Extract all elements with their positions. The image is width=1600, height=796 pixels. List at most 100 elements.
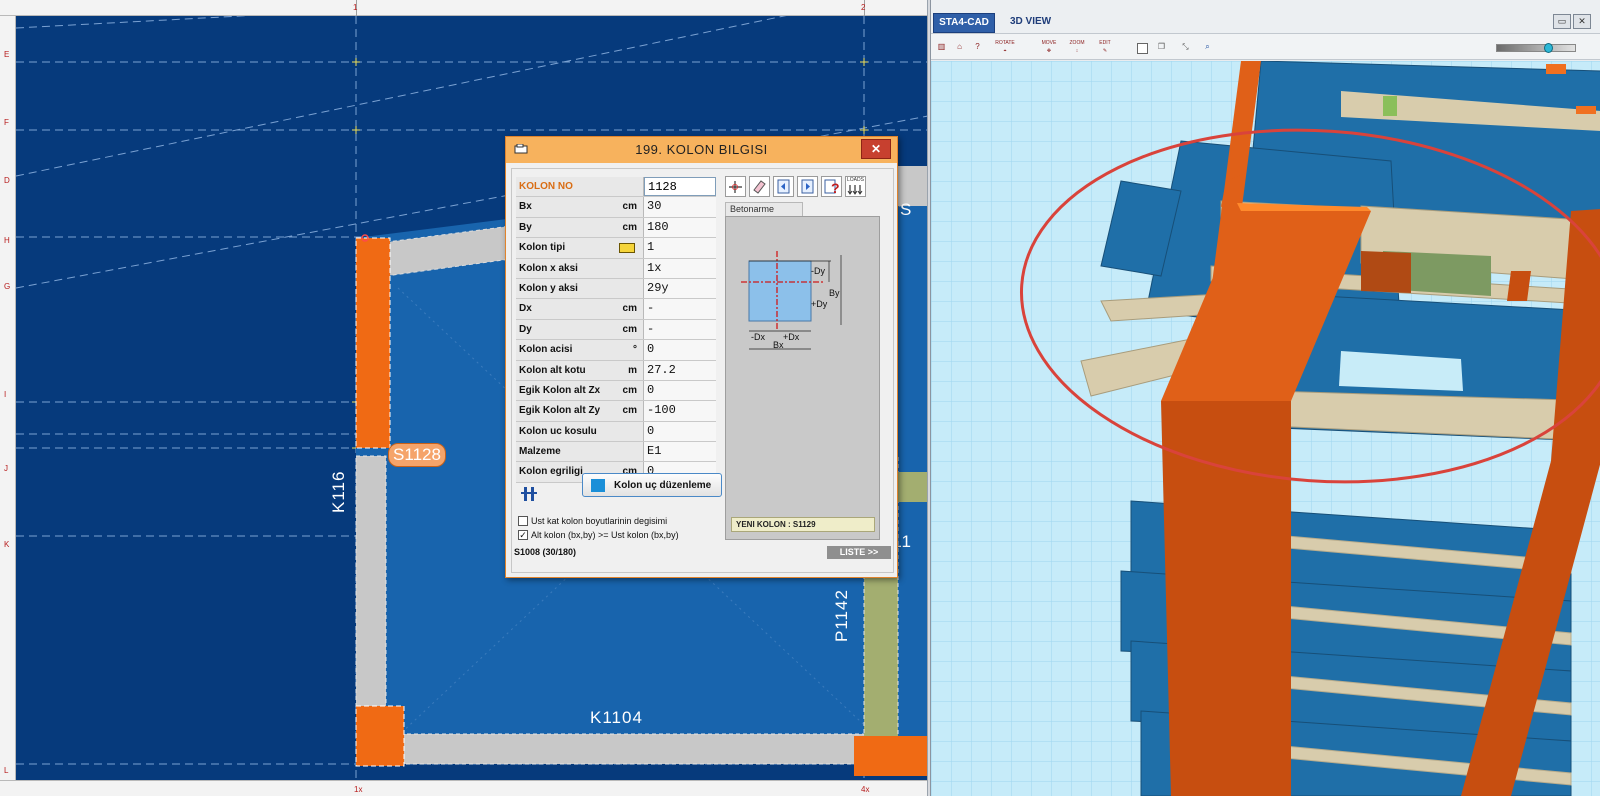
bx-field[interactable]: 30: [644, 197, 716, 217]
next-icon[interactable]: [797, 176, 818, 197]
alt-kotu-field[interactable]: 27.2: [644, 360, 716, 380]
kolon-tipi-field[interactable]: 1: [644, 238, 716, 258]
loads-icon[interactable]: LOADS: [845, 176, 866, 197]
measure-icon[interactable]: ⤡: [1177, 39, 1194, 56]
ruler-left-mark: G: [4, 282, 11, 291]
field-label-text: Kolon x aksi: [519, 262, 578, 274]
column-end-edit-button[interactable]: Kolon uç düzenleme: [582, 473, 722, 497]
help-icon[interactable]: ?: [969, 39, 986, 56]
field-label: Malzeme: [516, 442, 644, 462]
scene-3d[interactable]: [931, 61, 1600, 796]
field-label-text: Egik Kolon alt Zy: [519, 405, 601, 417]
field-row-uc-kosulu: Kolon uc kosulu 0: [516, 421, 716, 443]
checkbox-box[interactable]: ✓: [518, 530, 528, 540]
ruler-bottom: 1x 4x: [0, 780, 927, 796]
field-label-text: Dx: [519, 303, 532, 315]
layers-icon[interactable]: ❐: [1153, 39, 1170, 56]
field-label: Kolon acisi °: [516, 340, 644, 360]
svg-text:?: ?: [831, 180, 840, 196]
field-row-alt-kotu: Kolon alt kotu m 27.2: [516, 360, 716, 381]
partial-label-s: S: [900, 200, 913, 219]
by-field[interactable]: 180: [644, 217, 716, 238]
ruler-top: 1 2: [0, 0, 927, 16]
dy-field[interactable]: -: [644, 319, 716, 340]
field-label: Kolon tipi: [516, 238, 644, 258]
field-label: Dy cm: [516, 319, 644, 340]
egik-zx-field[interactable]: 0: [644, 380, 716, 401]
diagram-label: +Dx: [783, 332, 800, 342]
beam-label-k116[interactable]: K116: [329, 471, 349, 513]
eraser-icon[interactable]: [749, 176, 770, 197]
screen: 1 2 E F D H G I J K L S1128 K116 K1104 P…: [0, 0, 1600, 796]
upper-floor-checkbox[interactable]: Ust kat kolon boyutlarinin degisimi: [518, 516, 667, 526]
view-3d-toolbar: ▥ ⌂ ? ROTATE ⌖ MOVE ✥ ZOOM ↕ EDIT ✎ ❐ ⤡ ⌕: [931, 34, 1600, 60]
edit-icon: [591, 479, 605, 492]
checkbox-box[interactable]: [518, 516, 528, 526]
move-caption: MOVE: [1041, 40, 1057, 46]
field-label: Kolon y aksi: [516, 278, 644, 299]
field-row-acisi: Kolon acisi ° 0: [516, 340, 716, 361]
close-icon[interactable]: ✕: [1573, 14, 1591, 29]
checkbox-label: Ust kat kolon boyutlarinin degisimi: [531, 516, 668, 526]
ruler-left-mark: F: [4, 118, 9, 127]
view-3d-header: STA4-CAD 3D VIEW ▭ ✕: [931, 0, 1600, 34]
uc-kosulu-field[interactable]: 0: [644, 421, 716, 442]
column-icon[interactable]: [518, 483, 540, 505]
field-row-kolon-tipi: Kolon tipi 1: [516, 238, 716, 259]
toggle-checkbox[interactable]: [1137, 43, 1148, 54]
search-icon[interactable]: ⌕: [1199, 39, 1216, 56]
field-label-text: Bx: [519, 201, 532, 213]
malzeme-field[interactable]: E1: [644, 442, 716, 462]
close-button[interactable]: ✕: [861, 139, 891, 159]
field-unit: cm: [622, 303, 637, 315]
field-label-text: Kolon acisi: [519, 344, 573, 356]
x-aksi-field[interactable]: 1x: [644, 258, 716, 278]
move-tool[interactable]: MOVE ✥: [1035, 39, 1063, 56]
lower-column-checkbox[interactable]: ✓ Alt kolon (bx,by) >= Ust kolon (bx,by): [518, 530, 679, 540]
column-section-diagram: -Dy +Dy By -Dx +Dx Bx: [741, 251, 842, 350]
beam-label-p1142[interactable]: P1142: [832, 589, 852, 642]
status-text: S1008 (30/180): [514, 547, 577, 557]
field-label: Egik Kolon alt Zx cm: [516, 380, 644, 401]
ruler-top-mark: 1: [353, 3, 358, 12]
slider-knob[interactable]: [1544, 43, 1553, 53]
field-label-text: Malzeme: [519, 446, 561, 458]
restore-icon[interactable]: ▭: [1553, 14, 1571, 29]
field-label-text: KOLON NO: [519, 181, 573, 192]
axis-icon[interactable]: [725, 176, 746, 197]
ruler-bottom-mark: 4x: [861, 785, 870, 794]
field-unit: °: [633, 344, 637, 356]
kolon-no-input[interactable]: 1128: [644, 177, 716, 197]
dialog-titlebar[interactable]: 199. KOLON BILGISI ✕: [506, 137, 897, 163]
brand-tab[interactable]: STA4-CAD: [933, 13, 995, 33]
liste-button[interactable]: LISTE >>: [827, 546, 891, 559]
help-icon[interactable]: ?: [821, 176, 842, 197]
prev-icon[interactable]: [773, 176, 794, 197]
tab-betonarme[interactable]: Betonarme: [725, 202, 803, 216]
home-icon[interactable]: ⌂: [951, 39, 968, 56]
edit-caption: EDIT: [1099, 40, 1111, 46]
ruler-left-mark: K: [4, 540, 10, 549]
acisi-field[interactable]: 0: [644, 340, 716, 360]
field-row-dy: Dy cm -: [516, 319, 716, 341]
edit-tool[interactable]: EDIT ✎: [1091, 39, 1119, 56]
ruler-left-mark: I: [4, 390, 7, 399]
dx-field[interactable]: -: [644, 299, 716, 319]
field-row-y-aksi: Kolon y aksi 29y: [516, 278, 716, 300]
egik-zy-field[interactable]: -100: [644, 401, 716, 421]
beam-label-k1104[interactable]: K1104: [590, 708, 643, 728]
ruler-left: E F D H G I J K L: [0, 16, 16, 780]
field-label: Bx cm: [516, 197, 644, 217]
zoom-tool[interactable]: ZOOM ↕: [1063, 39, 1091, 56]
column-view-icon[interactable]: ▥: [933, 39, 950, 56]
column-type-icon[interactable]: [619, 243, 635, 254]
ruler-bottom-mark: 1x: [354, 785, 363, 794]
rotate-tool[interactable]: ROTATE ⌖: [991, 39, 1019, 56]
window-controls: ▭ ✕: [1553, 14, 1591, 29]
diagram-label: -Dx: [751, 332, 765, 342]
zoom-slider[interactable]: [1496, 43, 1576, 53]
field-row-malzeme: Malzeme E1: [516, 442, 716, 463]
field-label-text: Kolon tipi: [519, 242, 566, 254]
y-aksi-field[interactable]: 29y: [644, 278, 716, 299]
column-tag[interactable]: S1128: [388, 443, 446, 467]
